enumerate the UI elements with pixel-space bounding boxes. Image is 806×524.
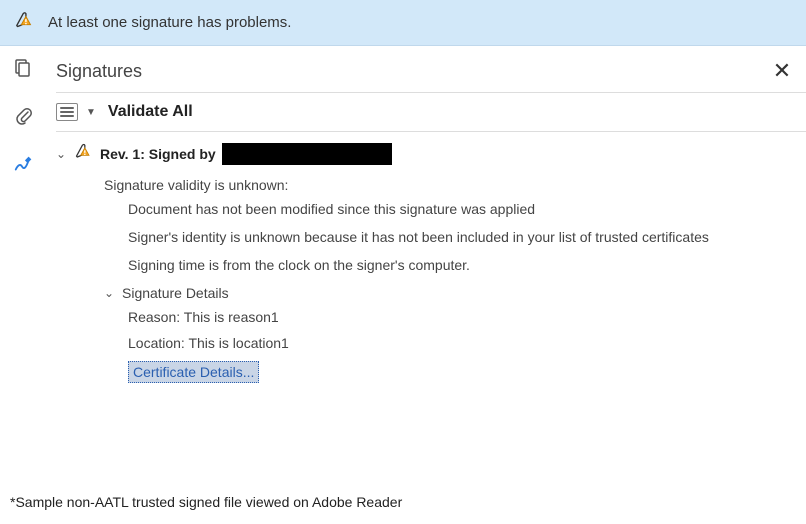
options-icon[interactable] xyxy=(56,103,78,121)
signatures-panel: Signatures ✕ ▼ Validate All ⌄ xyxy=(48,46,806,480)
options-dropdown-icon[interactable]: ▼ xyxy=(86,107,96,118)
left-nav-rail xyxy=(0,46,48,480)
divider xyxy=(56,131,806,132)
signature-entry: ⌄ Rev. 1: Signed by Signature validity i… xyxy=(56,142,806,383)
thumbnails-icon[interactable] xyxy=(12,56,36,80)
main-area: Signatures ✕ ▼ Validate All ⌄ xyxy=(0,46,806,480)
chevron-down-icon[interactable]: ⌄ xyxy=(104,286,116,300)
signature-body: Signature validity is unknown: Document … xyxy=(104,177,806,383)
signature-details-header[interactable]: ⌄ Signature Details xyxy=(104,285,806,301)
signature-rev-label: Rev. 1: Signed by xyxy=(100,146,216,162)
close-panel-button[interactable]: ✕ xyxy=(770,58,794,84)
attachments-icon[interactable] xyxy=(12,104,36,128)
image-caption: *Sample non-AATL trusted signed file vie… xyxy=(10,494,402,510)
detail-location: Location: This is location1 xyxy=(128,335,806,351)
banner-text: At least one signature has problems. xyxy=(48,14,291,31)
signature-header-row[interactable]: ⌄ Rev. 1: Signed by xyxy=(56,142,806,165)
signature-status-banner: At least one signature has problems. xyxy=(0,0,806,46)
signature-warning-icon xyxy=(14,10,36,35)
chevron-down-icon[interactable]: ⌄ xyxy=(56,147,68,161)
validity-details: Document has not been modified since thi… xyxy=(128,201,806,273)
divider xyxy=(56,92,806,93)
signature-details-body: Reason: This is reason1 Location: This i… xyxy=(128,309,806,383)
status-line: Signing time is from the clock on the si… xyxy=(128,257,806,273)
signature-warning-icon xyxy=(74,142,94,165)
details-heading: Signature Details xyxy=(122,285,229,301)
signatures-panel-icon[interactable] xyxy=(12,152,36,176)
validate-all-button[interactable]: Validate All xyxy=(108,103,193,121)
panel-header: Signatures ✕ xyxy=(56,58,806,84)
status-line: Document has not been modified since thi… xyxy=(128,201,806,217)
validity-heading: Signature validity is unknown: xyxy=(104,177,806,193)
certificate-details-link[interactable]: Certificate Details... xyxy=(128,361,259,383)
status-line: Signer's identity is unknown because it … xyxy=(128,229,806,245)
detail-reason: Reason: This is reason1 xyxy=(128,309,806,325)
signer-name-redacted xyxy=(222,143,392,165)
validate-row: ▼ Validate All xyxy=(56,103,806,121)
panel-title: Signatures xyxy=(56,61,142,82)
